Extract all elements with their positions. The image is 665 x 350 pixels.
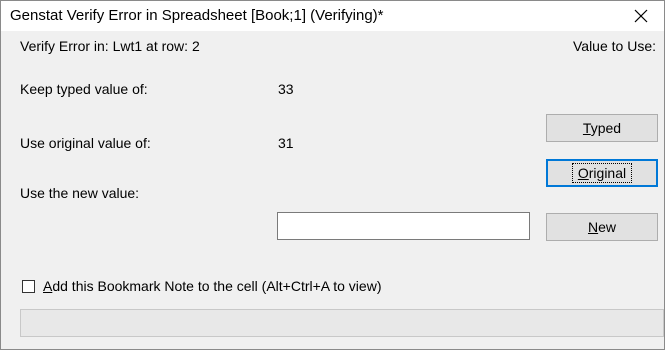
original-value: 31 bbox=[278, 135, 294, 151]
new-value-input[interactable] bbox=[277, 212, 530, 240]
original-button-label: Original bbox=[571, 163, 633, 183]
typed-button[interactable]: Typed bbox=[546, 114, 658, 142]
close-icon bbox=[634, 9, 648, 23]
original-button[interactable]: Original bbox=[546, 159, 658, 187]
error-location-text: Verify Error in: Lwt1 at row: 2 bbox=[20, 38, 200, 54]
new-value-label: Use the new value: bbox=[20, 185, 140, 201]
typed-button-label: Typed bbox=[582, 120, 622, 136]
close-button[interactable] bbox=[618, 1, 664, 31]
original-value-label: Use original value of: bbox=[20, 135, 151, 151]
bookmark-checkbox-label[interactable]: Add this Bookmark Note to the cell (Alt+… bbox=[43, 278, 381, 294]
bookmark-checkbox[interactable] bbox=[22, 280, 35, 293]
status-bar bbox=[20, 309, 664, 337]
new-button-label: New bbox=[587, 219, 617, 235]
window-title: Genstat Verify Error in Spreadsheet [Boo… bbox=[10, 7, 384, 24]
new-button[interactable]: New bbox=[546, 213, 658, 241]
title-bar: Genstat Verify Error in Spreadsheet [Boo… bbox=[1, 1, 664, 31]
value-to-use-label: Value to Use: bbox=[572, 38, 656, 54]
typed-value: 33 bbox=[278, 81, 294, 97]
verify-error-dialog: Genstat Verify Error in Spreadsheet [Boo… bbox=[0, 0, 665, 350]
typed-value-label: Keep typed value of: bbox=[20, 81, 148, 97]
